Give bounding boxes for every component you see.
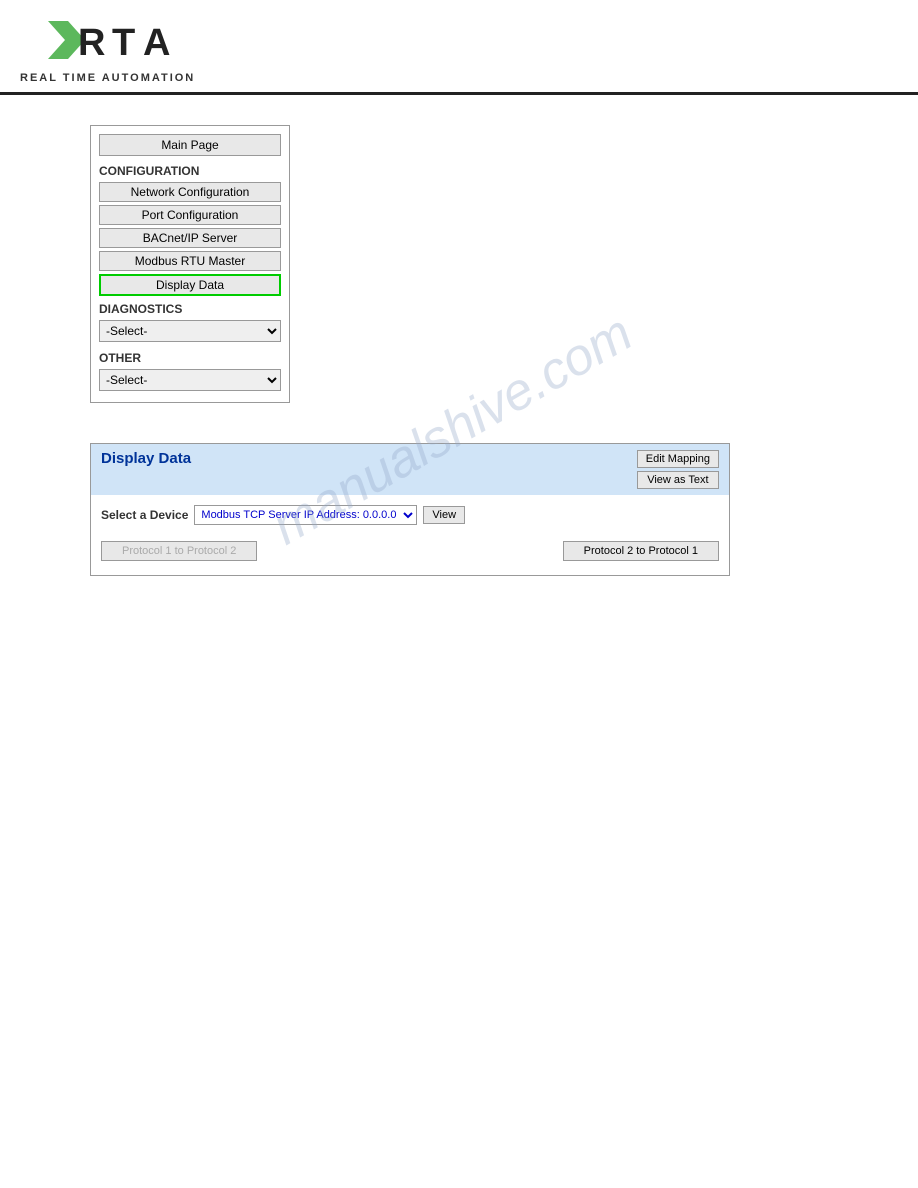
display-data-title: Display Data	[101, 450, 191, 467]
other-label: OTHER	[99, 351, 281, 365]
display-data-panel: Display Data Edit Mapping View as Text S…	[90, 443, 730, 576]
svg-text:A: A	[143, 22, 170, 64]
select-device-row: Select a Device Modbus TCP Server IP Add…	[101, 505, 719, 525]
main-page-button[interactable]: Main Page	[99, 134, 281, 156]
select-device-label: Select a Device	[101, 508, 188, 522]
protocol-buttons-row: Protocol 1 to Protocol 2 Protocol 2 to P…	[101, 537, 719, 565]
diagnostics-label: DIAGNOSTICS	[99, 302, 281, 316]
navigation-panel: Main Page CONFIGURATION Network Configur…	[90, 125, 290, 403]
display-data-button[interactable]: Display Data	[99, 274, 281, 296]
view-button[interactable]: View	[423, 506, 465, 524]
view-as-text-button[interactable]: View as Text	[637, 471, 719, 489]
svg-text:R: R	[78, 22, 105, 64]
display-data-header: Display Data Edit Mapping View as Text	[91, 444, 729, 495]
svg-text:T: T	[112, 22, 135, 64]
protocol1-to-protocol2-button[interactable]: Protocol 1 to Protocol 2	[101, 541, 257, 561]
diagnostics-select[interactable]: -Select-	[99, 320, 281, 342]
header-buttons: Edit Mapping View as Text	[637, 450, 719, 489]
page-header: R T A REAL TIME AUTOMATION	[0, 0, 918, 95]
configuration-label: CONFIGURATION	[99, 164, 281, 178]
bacnet-ip-server-button[interactable]: BACnet/IP Server	[99, 228, 281, 248]
port-configuration-button[interactable]: Port Configuration	[99, 205, 281, 225]
logo-text: REAL TIME AUTOMATION	[20, 72, 195, 84]
protocol2-to-protocol1-button[interactable]: Protocol 2 to Protocol 1	[563, 541, 719, 561]
other-select[interactable]: -Select-	[99, 369, 281, 391]
logo: R T A REAL TIME AUTOMATION	[20, 10, 195, 84]
network-configuration-button[interactable]: Network Configuration	[99, 182, 281, 202]
modbus-rtu-master-button[interactable]: Modbus RTU Master	[99, 251, 281, 271]
device-select[interactable]: Modbus TCP Server IP Address: 0.0.0.0	[194, 505, 417, 525]
display-data-body: Select a Device Modbus TCP Server IP Add…	[91, 495, 729, 575]
edit-mapping-button[interactable]: Edit Mapping	[637, 450, 719, 468]
